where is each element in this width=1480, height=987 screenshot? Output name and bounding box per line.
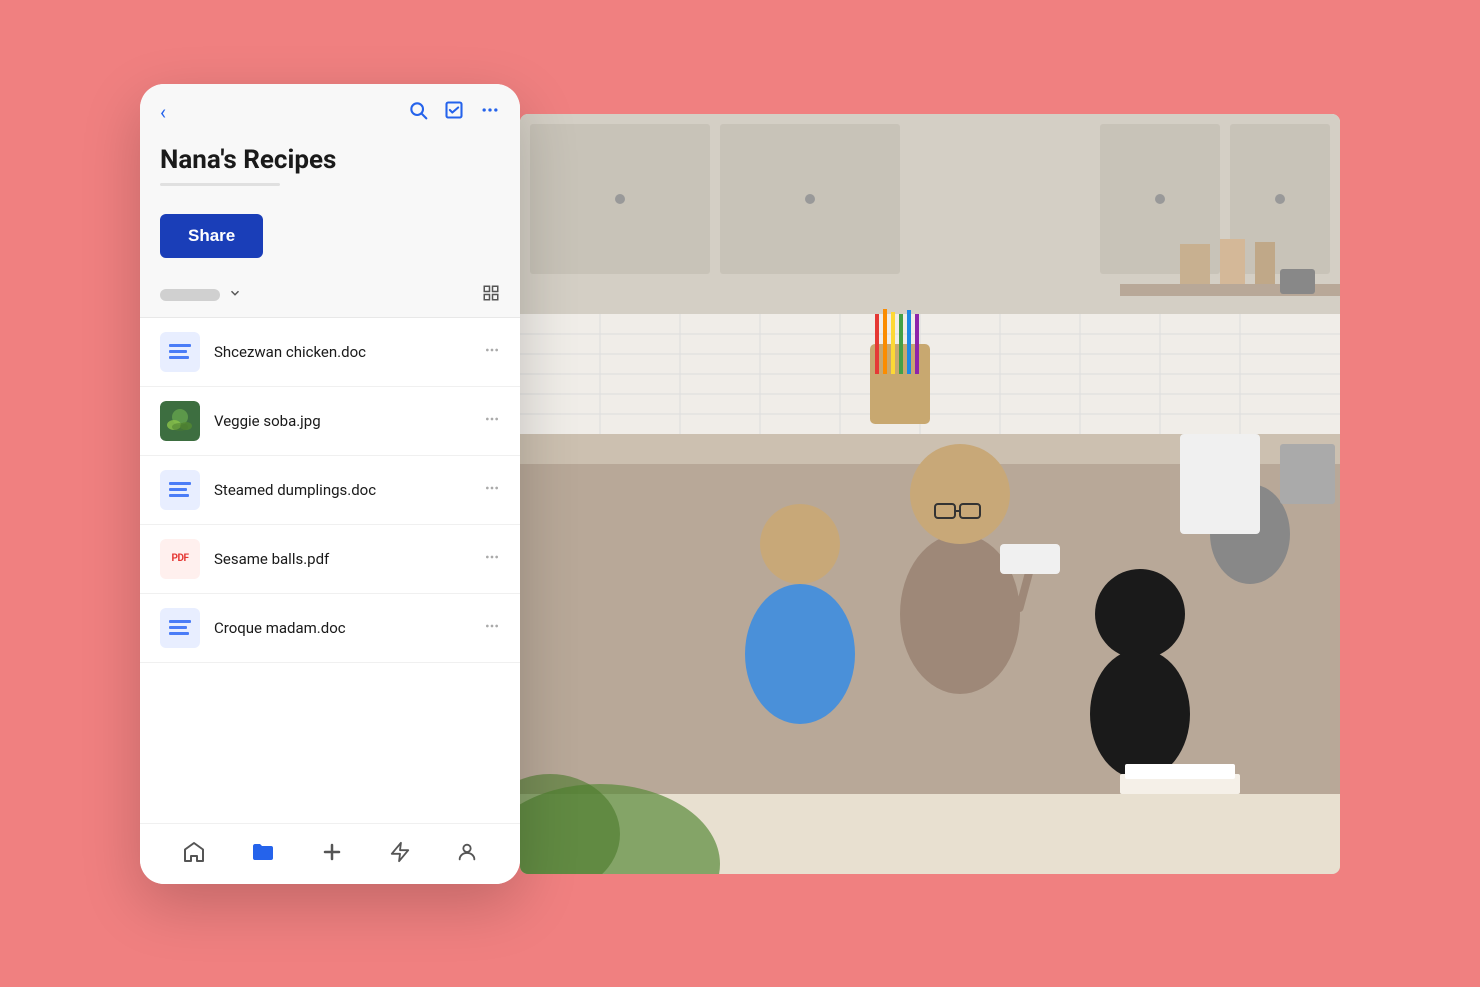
file-icon-img xyxy=(160,401,200,441)
file-item[interactable]: Shcezwan chicken.doc xyxy=(140,318,520,387)
mobile-card: ‹ xyxy=(140,84,520,884)
file-name: Steamed dumplings.doc xyxy=(214,481,476,499)
nav-folder[interactable] xyxy=(243,836,283,868)
file-more-icon[interactable] xyxy=(476,549,500,569)
file-name: Veggie soba.jpg xyxy=(214,412,476,430)
nav-home[interactable] xyxy=(174,836,214,868)
file-icon-doc xyxy=(160,332,200,372)
file-name: Shcezwan chicken.doc xyxy=(214,343,476,361)
file-item[interactable]: Veggie soba.jpg xyxy=(140,387,520,456)
bottom-nav xyxy=(140,823,520,884)
search-icon[interactable] xyxy=(408,100,428,125)
top-actions xyxy=(408,100,500,125)
kitchen-photo xyxy=(520,114,1340,874)
file-name: Croque madam.doc xyxy=(214,619,476,637)
grid-view-icon[interactable] xyxy=(482,284,500,307)
file-more-icon[interactable] xyxy=(476,480,500,500)
file-list: Shcezwan chicken.doc xyxy=(140,318,520,823)
file-more-icon[interactable] xyxy=(476,342,500,362)
filter-row xyxy=(140,274,520,318)
file-item[interactable]: Steamed dumplings.doc xyxy=(140,456,520,525)
file-icon-pdf: PDF xyxy=(160,539,200,579)
title-area: Nana's Recipes xyxy=(140,133,520,202)
file-item[interactable]: Croque madam.doc xyxy=(140,594,520,663)
checkbox-icon[interactable] xyxy=(444,100,464,125)
back-button[interactable]: ‹ xyxy=(160,100,166,124)
nav-profile[interactable] xyxy=(448,836,486,868)
share-section: Share xyxy=(140,202,520,274)
more-icon[interactable] xyxy=(480,100,500,125)
scene: ‹ xyxy=(140,54,1340,934)
file-more-icon[interactable] xyxy=(476,411,500,431)
filter-left xyxy=(160,286,242,304)
chevron-down-icon[interactable] xyxy=(228,286,242,304)
folder-title: Nana's Recipes xyxy=(160,145,500,175)
file-name: Sesame balls.pdf xyxy=(214,550,476,568)
top-bar: ‹ xyxy=(140,84,520,133)
file-more-icon[interactable] xyxy=(476,618,500,638)
nav-lightning[interactable] xyxy=(381,836,419,868)
pdf-label: PDF xyxy=(172,553,189,564)
filter-pill xyxy=(160,289,220,301)
file-item[interactable]: PDF Sesame balls.pdf xyxy=(140,525,520,594)
title-underline xyxy=(160,183,280,186)
file-icon-doc xyxy=(160,608,200,648)
file-icon-doc xyxy=(160,470,200,510)
nav-add[interactable] xyxy=(312,836,352,868)
share-button[interactable]: Share xyxy=(160,214,263,258)
